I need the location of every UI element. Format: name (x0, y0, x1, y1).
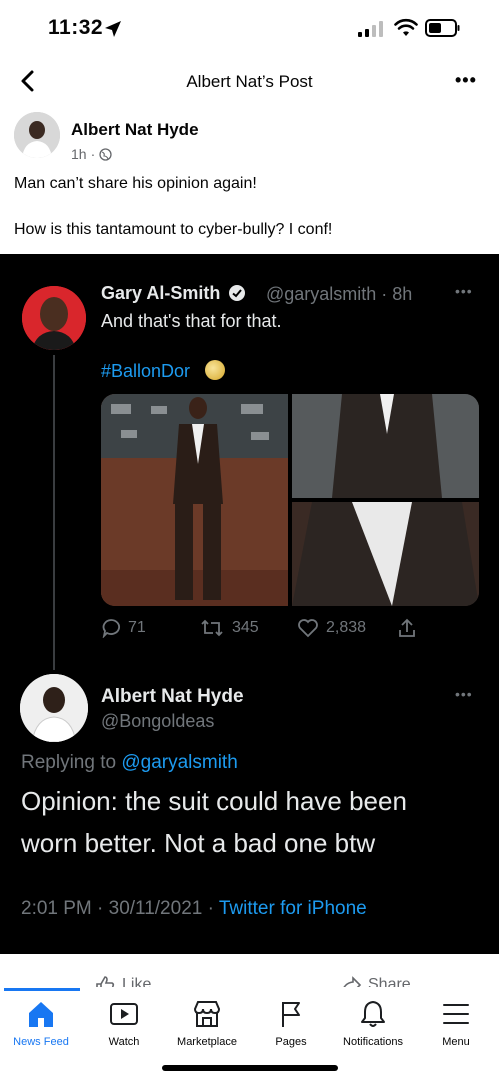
post-time: 1h (71, 146, 87, 162)
timestamp-text: 2:01 PM · 30/11/2021 · (21, 898, 219, 919)
nav-label: Watch (108, 1036, 140, 1048)
tweet-source: Twitter for iPhone (218, 898, 367, 919)
reply-text-line: Opinion: the suit could have been (21, 786, 407, 816)
nav-pages[interactable]: Pages (246, 998, 336, 1048)
post-text-line: How is this tantamount to cyber-bully? I… (14, 221, 333, 238)
like-count: 2,838 (326, 619, 367, 636)
nav-notifications[interactable]: Notifications (328, 998, 418, 1048)
signal-icon (358, 21, 383, 37)
tweet-photo (101, 394, 288, 606)
battery-icon (425, 19, 460, 37)
tweet-timestamp: 2:01 PM · 30/11/2021 · Twitter for iPhon… (21, 898, 367, 920)
bell-icon (361, 1001, 385, 1027)
tweet-author-avatar (22, 286, 86, 350)
reply-text-line: worn better. Not a bad one btw (21, 828, 376, 858)
tweet-photo-grid (101, 394, 479, 606)
share-action (397, 618, 417, 638)
replying-handle: @garyalsmith (121, 752, 238, 773)
nav-label: Pages (275, 1036, 307, 1048)
menu-icon (443, 1004, 469, 1024)
nav-menu[interactable]: Menu (411, 998, 499, 1048)
replying-prefix: Replying to (21, 752, 122, 773)
tweet-more-icon: ••• (455, 686, 473, 702)
replying-to: Replying to @garyalsmith (21, 752, 238, 774)
tweet-author-handle: @garyalsmith · 8h (266, 284, 413, 304)
home-indicator (162, 1065, 338, 1071)
page-title: Albert Nat’s Post (186, 72, 313, 91)
tweet-more-icon: ••• (455, 283, 473, 299)
nav-watch[interactable]: Watch (79, 998, 169, 1048)
tweet-author-name-text: Gary Al-Smith (101, 283, 221, 303)
verified-badge-icon (229, 285, 246, 301)
retweet-action: 345 (199, 618, 259, 638)
wifi-icon (394, 18, 418, 36)
reply-count: 71 (128, 619, 146, 636)
nav-label: Notifications (343, 1036, 403, 1048)
marketplace-icon (193, 1001, 221, 1027)
post-text-line: Man can’t share his opinion again! (14, 175, 257, 192)
reply-author-handle: @Bongoldeas (101, 711, 215, 731)
location-arrow-icon (105, 21, 121, 37)
tweet-photo (292, 394, 479, 498)
tweet-text: And that's that for that. (101, 311, 282, 331)
author-name[interactable]: Albert Nat Hyde (71, 120, 199, 140)
active-tab-indicator (4, 988, 80, 991)
home-icon (29, 1002, 53, 1027)
heart-icon (298, 619, 318, 638)
nav-news-feed[interactable]: News Feed (0, 998, 86, 1048)
tweet-photo (292, 502, 479, 606)
share-upload-icon (399, 618, 415, 637)
retweet-count: 345 (232, 619, 259, 636)
like-action: 2,838 (297, 618, 366, 638)
flag-icon (282, 1002, 300, 1027)
author-avatar[interactable] (14, 112, 60, 158)
globe-icon (99, 147, 112, 161)
reply-action: 71 (101, 618, 146, 638)
tweet-author-name: Gary Al-Smith (101, 283, 246, 304)
nav-label: Menu (442, 1036, 470, 1048)
nav-marketplace[interactable]: Marketplace (162, 998, 252, 1048)
retweet-icon (201, 619, 223, 637)
meta-separator: · (90, 146, 96, 162)
more-options-icon[interactable]: ••• (455, 70, 485, 90)
nav-label: News Feed (13, 1036, 69, 1048)
reply-author-avatar (20, 674, 88, 742)
reply-author-name: Albert Nat Hyde (101, 686, 244, 707)
reply-icon (102, 619, 120, 638)
post-meta: 1h · (71, 146, 112, 162)
watch-icon (110, 1003, 138, 1025)
thread-line (53, 355, 55, 670)
ballon-dor-emoji-icon (205, 360, 225, 380)
status-time: 11:32 (48, 16, 104, 39)
nav-label: Marketplace (177, 1036, 237, 1048)
tweet-actions: 71 345 2,838 (101, 618, 431, 642)
tweet-hashtag: #BallonDor (101, 361, 191, 381)
